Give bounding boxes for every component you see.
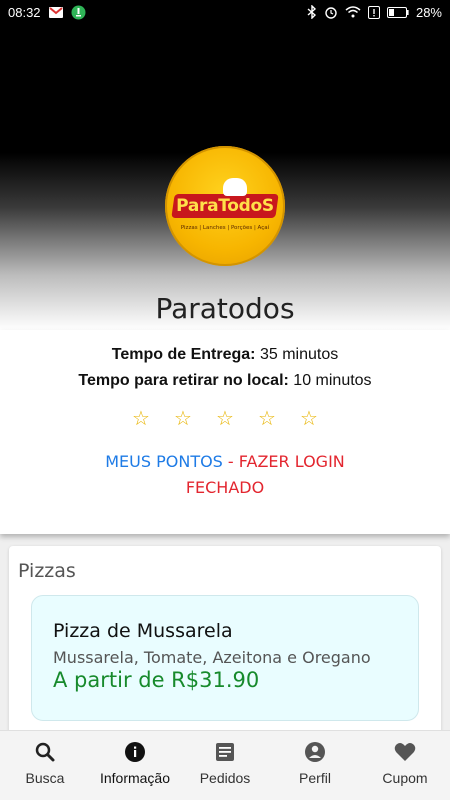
delivery-label: Tempo de Entrega: — [111, 346, 256, 363]
bluetooth-icon — [307, 5, 317, 19]
battery-level: 28% — [415, 4, 442, 20]
search-icon — [33, 740, 57, 764]
heart-icon — [393, 740, 417, 764]
logo-subtitle: Pizzas | Lanches | Porções | Açaí — [180, 225, 270, 231]
download-icon — [71, 5, 86, 20]
store-name: Paratodos — [155, 292, 295, 325]
info-icon — [123, 740, 147, 764]
product-description: Mussarela, Tomate, Azeitona e Oregano — [53, 648, 371, 667]
delivery-value: 35 minutos — [255, 346, 339, 363]
nav-label: Cupom — [382, 770, 428, 786]
nav-label: Perfil — [299, 770, 331, 786]
star-icon: ☆ — [300, 408, 318, 430]
section-title: Pizzas — [18, 560, 76, 582]
nav-cupom[interactable]: Cupom — [360, 731, 450, 800]
gmail-icon — [48, 6, 63, 18]
star-icon: ☆ — [216, 408, 234, 430]
bottom-nav: Busca Informação Pedidos Perfil Cupom — [0, 730, 450, 800]
battery-icon — [386, 6, 409, 18]
nav-label: Busca — [25, 770, 65, 786]
nav-label: Informação — [99, 770, 171, 786]
star-icon: ☆ — [174, 408, 192, 430]
nav-label: Pedidos — [199, 770, 251, 786]
star-icon: ☆ — [258, 408, 276, 430]
chef-hat-icon — [223, 178, 247, 196]
rating-stars: ☆ ☆ ☆ ☆ ☆ — [0, 406, 450, 431]
nav-perfil[interactable]: Perfil — [270, 731, 360, 800]
logo-text: ParaTodoS — [176, 196, 274, 216]
pickup-value: 10 minutos — [288, 372, 372, 389]
status-bar: 08:32 28% — [0, 0, 450, 24]
orders-icon — [213, 740, 237, 764]
status-time: 08:32 — [8, 4, 41, 20]
alert-icon — [367, 5, 380, 19]
store-status: FECHADO — [185, 478, 265, 497]
login-link[interactable]: - FAZER LOGIN — [223, 452, 345, 471]
product-name: Pizza de Mussarela — [53, 620, 233, 642]
account-links: MEUS PONTOS - FAZER LOGIN — [0, 452, 450, 471]
profile-icon — [303, 740, 327, 764]
pickup-label: Tempo para retirar no local: — [78, 372, 289, 389]
store-logo: ParaTodoS Pizzas | Lanches | Porções | A… — [165, 146, 285, 266]
nav-pedidos[interactable]: Pedidos — [180, 731, 270, 800]
nav-busca[interactable]: Busca — [0, 731, 90, 800]
my-points-link[interactable]: MEUS PONTOS — [105, 452, 223, 471]
wifi-icon — [345, 6, 361, 18]
product-price: A partir de R$31.90 — [53, 668, 260, 692]
star-icon: ☆ — [132, 408, 150, 430]
pickup-time: Tempo para retirar no local: 10 minutos — [0, 372, 450, 390]
alarm-icon — [324, 5, 338, 19]
delivery-time: Tempo de Entrega: 35 minutos — [0, 346, 450, 364]
nav-informacao[interactable]: Informação — [90, 731, 180, 800]
